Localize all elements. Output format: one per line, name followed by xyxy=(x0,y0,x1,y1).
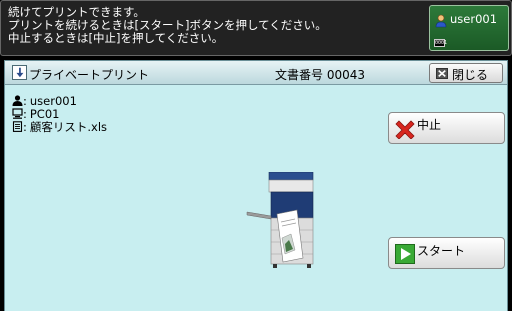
person-icon xyxy=(12,95,23,106)
user-login-button[interactable]: user001 0001 xyxy=(429,5,509,51)
message-line-3: 中止するときは[中止]を押してください。 xyxy=(8,31,224,45)
message-bar: 続けてプリントできます。 プリントを続けるときは[スタート]ボタンを押してくださ… xyxy=(0,0,512,56)
computer-icon xyxy=(12,108,23,119)
job-file-line: : 顧客リスト.xls xyxy=(12,121,107,134)
x-mark-icon xyxy=(395,120,415,139)
user-name: user001 xyxy=(450,12,498,26)
play-icon xyxy=(395,244,415,264)
message-line-2: プリントを続けるときは[スタート]ボタンを押してください。 xyxy=(8,18,327,32)
start-button-label: スタート xyxy=(417,244,466,258)
private-print-panel: プライベートプリント 文書番号 00043 閉じる : user001 : PC01 xyxy=(4,60,508,311)
user-id-badge: 0001 xyxy=(434,39,448,47)
panel-title: プライベートプリント xyxy=(29,68,150,82)
message-text: 続けてプリントできます。 プリントを続けるときは[スタート]ボタンを押してくださ… xyxy=(8,6,416,45)
panel-header: プライベートプリント 文書番号 00043 閉じる xyxy=(5,61,507,85)
user-avatar-icon xyxy=(435,14,447,28)
job-pc-value: PC01 xyxy=(29,107,60,121)
close-button-label: 閉じる xyxy=(452,68,489,82)
private-print-icon xyxy=(12,65,27,80)
stop-button-label: 中止 xyxy=(417,118,442,132)
close-x-icon xyxy=(436,68,448,79)
stop-button[interactable]: 中止 xyxy=(388,112,505,144)
message-line-1: 続けてプリントできます。 xyxy=(8,5,145,19)
document-number: 文書番号 00043 xyxy=(275,68,365,82)
printer-illustration xyxy=(246,172,314,268)
document-icon xyxy=(12,121,23,132)
job-user-value: user001 xyxy=(29,94,77,108)
job-file-value: 顧客リスト.xls xyxy=(29,120,108,134)
start-button[interactable]: スタート xyxy=(388,237,505,269)
close-button[interactable]: 閉じる xyxy=(429,63,503,83)
